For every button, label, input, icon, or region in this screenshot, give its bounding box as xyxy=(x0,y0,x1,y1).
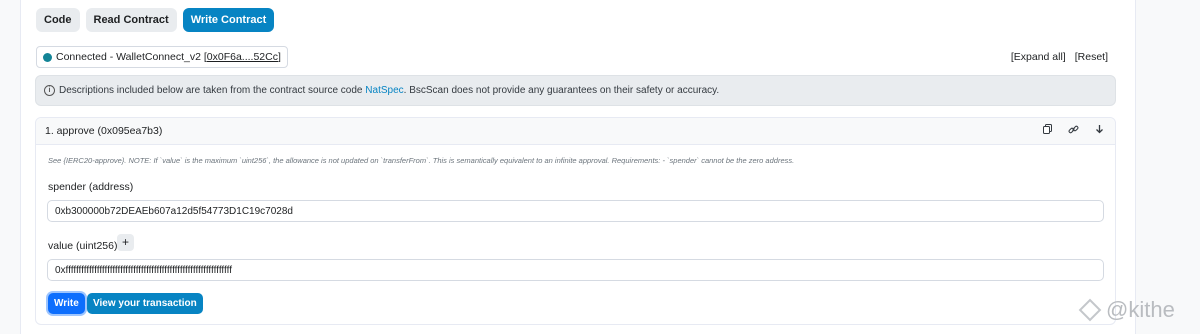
method-actions xyxy=(1041,124,1105,138)
wallet-connection-status[interactable]: Connected - WalletConnect_v2 [ 0x0F6a...… xyxy=(36,46,288,68)
contract-tabs: Code Read Contract Write Contract xyxy=(36,8,275,32)
method-title: 1. approve (0x095ea7b3) xyxy=(45,125,163,137)
reset-link[interactable]: [Reset] xyxy=(1075,51,1108,63)
watermark-text: @kithe xyxy=(1106,297,1175,322)
connected-dot-icon xyxy=(43,52,52,62)
tab-write-contract[interactable]: Write Contract xyxy=(182,8,275,32)
link-icon[interactable] xyxy=(1067,124,1079,138)
spender-input[interactable] xyxy=(47,200,1104,222)
notice-text-before: Descriptions included below are taken fr… xyxy=(59,85,366,96)
info-icon: i xyxy=(44,85,55,96)
connected-address-link[interactable]: 0x0F6a....52Cc xyxy=(207,51,278,63)
method-description: See {IERC20-approve}. NOTE: If `value` i… xyxy=(48,156,795,165)
value-input[interactable] xyxy=(47,259,1104,281)
tab-code[interactable]: Code xyxy=(36,8,80,32)
spender-label: spender (address) xyxy=(48,181,134,193)
add-decimals-button[interactable]: + xyxy=(117,234,134,251)
write-button[interactable]: Write xyxy=(48,293,85,314)
method-card-approve: 1. approve (0x095ea7b3) See {IERC20-appr… xyxy=(35,117,1116,325)
copy-icon[interactable] xyxy=(1041,124,1053,138)
notice-text-after: . BscScan does not provide any guarantee… xyxy=(403,85,720,96)
arrow-down-icon[interactable] xyxy=(1093,124,1105,138)
collapse-controls: [Expand all] [Reset] xyxy=(1011,51,1108,63)
tab-read-contract[interactable]: Read Contract xyxy=(85,8,177,32)
value-label: value (uint256) xyxy=(48,240,118,252)
natspec-notice: i Descriptions included below are taken … xyxy=(35,75,1116,106)
diamond-logo-icon xyxy=(1078,298,1102,322)
view-transaction-button[interactable]: View your transaction xyxy=(87,293,203,314)
method-header[interactable]: 1. approve (0x095ea7b3) xyxy=(36,118,1115,145)
natspec-link[interactable]: NatSpec xyxy=(365,85,403,96)
expand-all-link[interactable]: [Expand all] xyxy=(1011,51,1066,63)
watermark: @kithe xyxy=(1078,297,1175,323)
connection-text: Connected - WalletConnect_v2 xyxy=(56,51,204,63)
address-close-bracket: ] xyxy=(277,51,281,63)
